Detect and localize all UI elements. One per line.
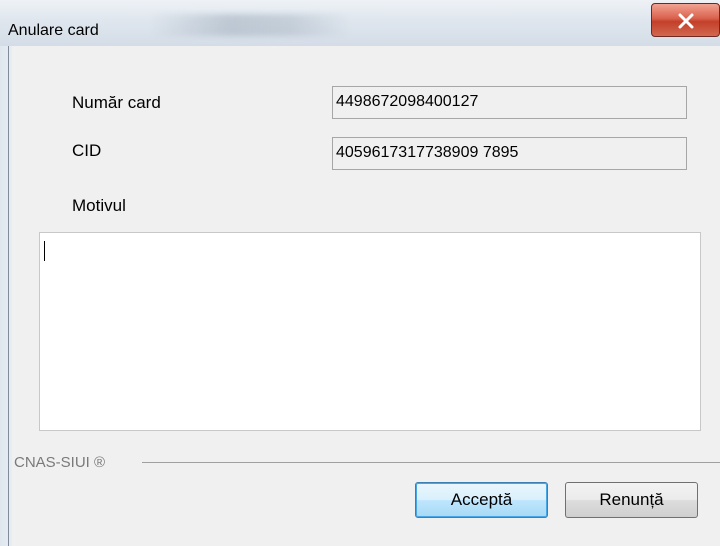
blurred-background-title: [150, 14, 350, 36]
card-number-label: Număr card: [72, 93, 161, 112]
card-number-field[interactable]: 4498672098400127: [332, 86, 687, 119]
title-bar[interactable]: Anulare card: [0, 0, 720, 47]
reason-textarea[interactable]: [39, 232, 701, 431]
cid-field[interactable]: 4059617317738909 7895: [332, 137, 687, 170]
close-x-icon: [678, 13, 694, 29]
cid-label: CID: [72, 141, 102, 160]
group-separator: [142, 462, 720, 463]
window-frame-left: [0, 46, 12, 546]
group-label: CNAS-SIUI ®: [14, 454, 110, 471]
dialog-window: Anulare card Număr card 4498672098400127…: [0, 0, 720, 546]
cancel-button[interactable]: Renunță: [565, 482, 698, 518]
window-title: Anulare card: [8, 22, 99, 39]
accept-button[interactable]: Acceptă: [415, 482, 548, 518]
close-button[interactable]: [651, 3, 720, 37]
dialog-content: Număr card 4498672098400127 CID 40596173…: [12, 46, 720, 546]
reason-label: Motivul: [72, 196, 126, 215]
text-caret: [44, 241, 45, 261]
